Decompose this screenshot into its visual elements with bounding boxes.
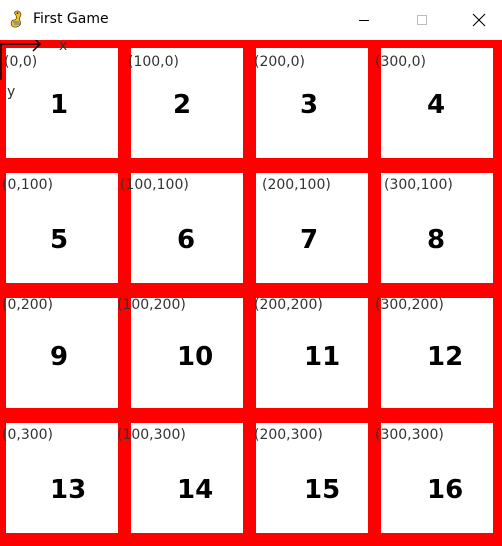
cell-number: 15: [304, 475, 341, 505]
minimize-icon: [359, 20, 369, 21]
cell-number: 6: [177, 225, 196, 255]
cell-number: 14: [177, 475, 214, 505]
cell-coordinate-label: (0,200): [2, 297, 54, 313]
cell-coordinate-label: (300,300): [375, 427, 444, 443]
close-button[interactable]: [456, 0, 502, 40]
cell-coordinate-label: (100,200): [117, 297, 186, 313]
cell-number: 4: [427, 90, 446, 120]
window-title: First Game: [33, 11, 109, 27]
cell-coordinate-label: (100,100): [120, 177, 189, 193]
cell-number: 16: [427, 475, 464, 505]
cell-coordinate-label: (200,300): [254, 427, 323, 443]
cell-number: 8: [427, 225, 446, 255]
cell-number: 7: [300, 225, 319, 255]
pygame-snake-icon: [10, 10, 22, 28]
cell-coordinate-label: (100,300): [117, 427, 186, 443]
cell-number: 9: [50, 342, 69, 372]
y-axis-label: y: [7, 84, 16, 100]
cell-number: 2: [173, 90, 192, 120]
minimize-button[interactable]: [341, 0, 387, 40]
cell-coordinate-label: (300,100): [384, 177, 453, 193]
x-axis-label: x: [59, 40, 68, 54]
maximize-button[interactable]: [399, 0, 445, 40]
close-icon: [472, 13, 486, 27]
cell-number: 11: [304, 342, 341, 372]
cell-coordinate-label: (100,0): [128, 54, 180, 70]
cell-coordinate-label: (200,200): [254, 297, 323, 313]
maximize-icon: [417, 15, 427, 25]
cell-coordinate-label: (300,0): [375, 54, 427, 70]
cell-number: 1: [50, 90, 69, 120]
title-bar[interactable]: First Game: [0, 0, 502, 41]
cell-coordinate-label: (300,200): [375, 297, 444, 313]
game-canvas[interactable]: 1 (0,0) 2 (100,0) 3 (200,0) 4 (300,0) 5 (0,100) 6(…: [0, 40, 502, 546]
cell-coordinate-label: (200,100): [262, 177, 331, 193]
cell-number: 13: [50, 475, 87, 505]
cell-number: 10: [177, 342, 214, 372]
cell-coordinate-label: (0,300): [2, 427, 54, 443]
cell-coordinate-label: (0,100): [2, 177, 54, 193]
cell-coordinate-label: (200,0): [254, 54, 306, 70]
cell-number: 3: [300, 90, 319, 120]
cell-number: 12: [427, 342, 464, 372]
cell-number: 5: [50, 225, 69, 255]
